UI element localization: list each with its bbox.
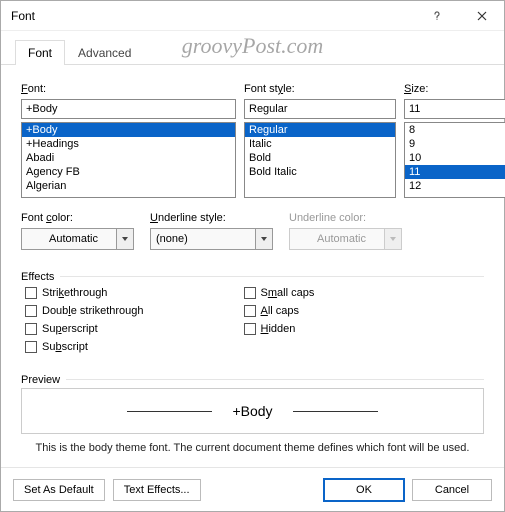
list-item[interactable]: Abadi (22, 151, 235, 165)
preview-line-left (127, 411, 212, 412)
font-listbox[interactable]: +Body+HeadingsAbadiAgency FBAlgerian (21, 122, 236, 198)
list-item[interactable]: Agency FB (22, 165, 235, 179)
list-item[interactable]: 12 (405, 179, 505, 193)
window-title: Font (11, 9, 35, 23)
underline-color-combo (289, 228, 402, 250)
tab-font[interactable]: Font (15, 40, 65, 65)
font-label: Font: (21, 83, 236, 95)
list-item[interactable]: Regular (245, 123, 395, 137)
font-style-input[interactable] (244, 99, 396, 119)
underline-style-dropdown-button[interactable] (255, 228, 273, 250)
list-item[interactable]: 8 (405, 123, 505, 137)
preview-tip: This is the body theme font. The current… (21, 442, 484, 454)
all-caps-checkbox[interactable]: All caps (244, 305, 315, 317)
close-button[interactable] (459, 1, 504, 31)
hidden-checkbox[interactable]: Hidden (244, 323, 315, 335)
preview-text: +Body (232, 403, 272, 419)
underline-color-label: Underline color: (289, 212, 402, 224)
subscript-checkbox[interactable]: Subscript (25, 341, 144, 353)
size-input[interactable] (404, 99, 505, 119)
list-item[interactable]: Italic (245, 137, 395, 151)
set-as-default-button[interactable]: Set As Default (13, 479, 105, 501)
font-style-listbox[interactable]: RegularItalicBoldBold Italic (244, 122, 396, 198)
dialog-footer: Set As Default Text Effects... OK Cancel (1, 467, 504, 511)
size-listbox[interactable]: 89101112 (404, 122, 505, 198)
font-color-combo[interactable] (21, 228, 134, 250)
preview-line-right (293, 411, 378, 412)
strikethrough-checkbox[interactable]: Strikethrough (25, 287, 144, 299)
tab-advanced[interactable]: Advanced (65, 40, 144, 65)
list-item[interactable]: 10 (405, 151, 505, 165)
list-item[interactable]: 11 (405, 165, 505, 179)
font-color-label: Font color: (21, 212, 134, 224)
list-item[interactable]: 9 (405, 137, 505, 151)
list-item[interactable]: Bold Italic (245, 165, 395, 179)
help-button[interactable] (414, 1, 459, 31)
effects-section-title: Effects (21, 271, 60, 283)
underline-color-dropdown-button (384, 228, 402, 250)
list-item[interactable]: +Headings (22, 137, 235, 151)
font-color-dropdown-button[interactable] (116, 228, 134, 250)
underline-style-label: Underline style: (150, 212, 273, 224)
superscript-checkbox[interactable]: Superscript (25, 323, 144, 335)
small-caps-checkbox[interactable]: Small caps (244, 287, 315, 299)
ok-button[interactable]: OK (324, 479, 404, 501)
font-style-label: Font style: (244, 83, 396, 95)
cancel-button[interactable]: Cancel (412, 479, 492, 501)
underline-style-combo[interactable] (150, 228, 273, 250)
preview-section-title: Preview (21, 374, 66, 386)
list-item[interactable]: Algerian (22, 179, 235, 193)
double-strikethrough-checkbox[interactable]: Double strikethrough (25, 305, 144, 317)
list-item[interactable]: +Body (22, 123, 235, 137)
list-item[interactable]: Bold (245, 151, 395, 165)
font-color-value[interactable] (21, 228, 116, 250)
underline-style-value[interactable] (150, 228, 255, 250)
font-input[interactable] (21, 99, 236, 119)
underline-color-value (289, 228, 384, 250)
text-effects-button[interactable]: Text Effects... (113, 479, 201, 501)
preview-box: +Body (21, 388, 484, 434)
font-dialog: Font groovyPost.com Font Advanced Font: … (0, 0, 505, 512)
titlebar: Font (1, 1, 504, 31)
size-label: Size: (404, 83, 505, 95)
tab-bar: Font Advanced (1, 39, 504, 65)
